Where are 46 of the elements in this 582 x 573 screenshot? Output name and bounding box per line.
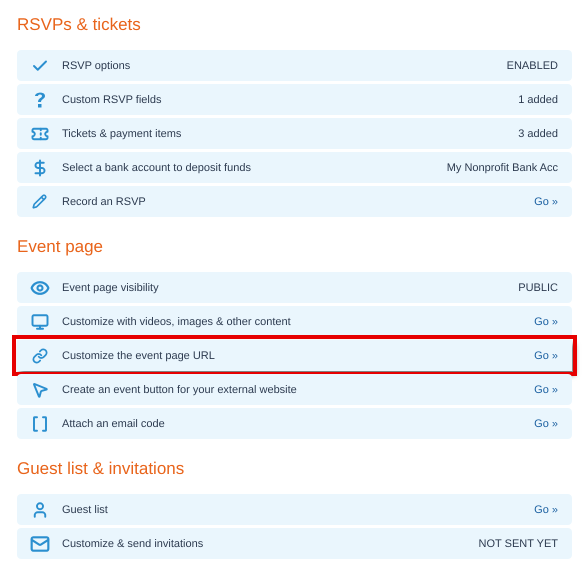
row-label: Guest list — [62, 504, 109, 516]
settings-row[interactable]: Select a bank account to deposit funds My Nonprofit Bank Acc — [17, 152, 572, 183]
envelope-icon — [30, 534, 50, 554]
settings-row[interactable]: Event page visibility PUBLIC — [17, 272, 572, 303]
highlighted-settings-row[interactable]: Customize the event page URL Go » — [17, 340, 572, 371]
row-label: Customize with videos, images & other content — [62, 316, 292, 328]
section-title: Guest list & invitations — [17, 458, 186, 480]
row-label: Tickets & payment items — [62, 128, 182, 140]
row-label: Event page visibility — [62, 282, 160, 294]
settings-row[interactable]: Customize with videos, images & other content Go » — [17, 306, 572, 337]
row-value: NOT SENT YET — [478, 538, 558, 550]
row-label: Custom RSVP fields — [62, 94, 162, 106]
settings-row[interactable]: Tickets & payment items 3 added — [17, 118, 572, 149]
row-label: Attach an email code — [62, 418, 166, 430]
row-value: My Nonprofit Bank Acc — [446, 162, 558, 174]
go-link[interactable]: Go » — [534, 316, 558, 328]
settings-row[interactable]: Record an RSVP Go » — [17, 186, 572, 217]
go-link[interactable]: Go » — [534, 196, 558, 208]
row-label: RSVP options — [62, 60, 132, 72]
row-label: Record an RSVP — [62, 196, 147, 208]
pencil-icon — [32, 194, 47, 209]
cursor-icon — [30, 380, 48, 398]
settings-row[interactable]: RSVP options ENABLED — [17, 50, 572, 81]
row-value: 1 added — [518, 94, 558, 106]
go-link[interactable]: Go » — [534, 504, 558, 516]
link-icon — [32, 348, 48, 364]
row-label: Select a bank account to deposit funds — [62, 162, 252, 174]
question-mark-icon — [34, 91, 46, 108]
settings-row[interactable]: Customize & send invitations NOT SENT YET — [17, 528, 572, 559]
row-label: Customize & send invitations — [62, 538, 204, 550]
section-title: RSVPs & tickets — [17, 14, 142, 36]
row-value: ENABLED — [506, 60, 558, 72]
row-label: Customize the event page URL — [62, 350, 216, 362]
go-link[interactable]: Go » — [534, 384, 558, 396]
section-title: Event page — [17, 236, 104, 258]
row-value: PUBLIC — [518, 282, 558, 294]
row-value: 3 added — [518, 128, 558, 140]
monitor-icon — [30, 312, 48, 330]
settings-row[interactable]: Attach an email code Go » — [17, 408, 572, 439]
brackets-icon — [30, 414, 48, 432]
settings-row[interactable]: Guest list Go » — [17, 494, 572, 525]
go-link[interactable]: Go » — [534, 350, 558, 362]
go-link[interactable]: Go » — [534, 418, 558, 430]
settings-row[interactable]: Create an event button for your external website Go » — [17, 374, 572, 405]
settings-row[interactable]: Custom RSVP fields 1 added — [17, 84, 572, 115]
row-label: Create an event button for your external website — [62, 384, 298, 396]
